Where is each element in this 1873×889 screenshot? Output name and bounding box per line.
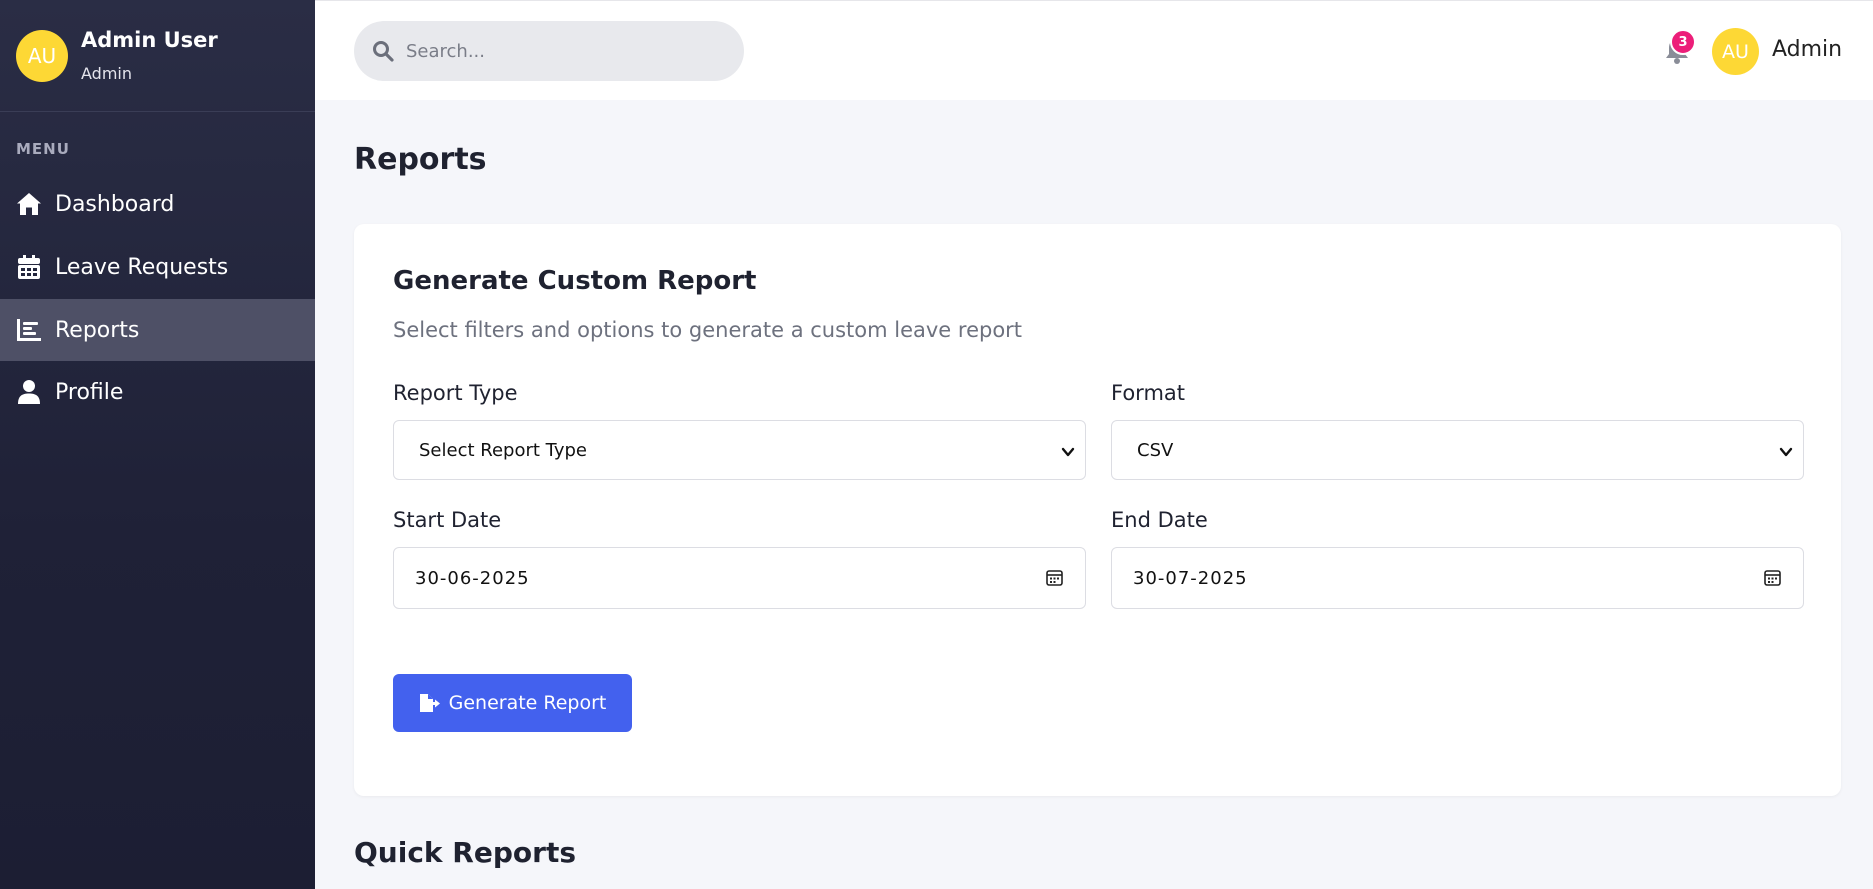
search-icon bbox=[372, 40, 394, 62]
chart-icon bbox=[16, 317, 42, 343]
sidebar: AU Admin User Admin MENU Dashboard Leave… bbox=[0, 0, 315, 889]
calendar-icon bbox=[16, 254, 42, 280]
avatar[interactable]: AU bbox=[1712, 28, 1759, 75]
report-type-select[interactable]: Select Report Type bbox=[393, 420, 1086, 480]
sidebar-item-leave-requests[interactable]: Leave Requests bbox=[0, 236, 315, 298]
menu-section-label: MENU bbox=[16, 140, 70, 158]
sidebar-item-label: Leave Requests bbox=[55, 254, 229, 280]
chevron-down-icon bbox=[1779, 443, 1793, 457]
search-box[interactable] bbox=[354, 21, 744, 81]
search-input[interactable] bbox=[406, 21, 726, 81]
file-export-icon bbox=[419, 693, 441, 713]
topbar: 3 AU Admin bbox=[315, 0, 1873, 100]
card-subtitle: Select filters and options to generate a… bbox=[393, 318, 1023, 342]
format-value: CSV bbox=[1137, 439, 1174, 461]
calendar-icon[interactable] bbox=[1046, 569, 1063, 586]
calendar-icon[interactable] bbox=[1764, 569, 1781, 586]
generate-report-button[interactable]: Generate Report bbox=[393, 674, 632, 732]
sidebar-item-label: Profile bbox=[55, 379, 124, 405]
format-label: Format bbox=[1111, 381, 1186, 405]
page-title: Reports bbox=[354, 142, 487, 177]
topbar-user-name[interactable]: Admin bbox=[1772, 37, 1842, 62]
end-date-value: 30-07-2025 bbox=[1133, 567, 1248, 589]
sidebar-user-block: AU Admin User Admin bbox=[0, 0, 315, 112]
format-select[interactable]: CSV bbox=[1111, 420, 1804, 480]
generate-report-label: Generate Report bbox=[448, 692, 607, 714]
start-date-input[interactable]: 30-06-2025 bbox=[393, 547, 1086, 609]
sidebar-user-name: Admin User bbox=[81, 28, 218, 52]
report-type-label: Report Type bbox=[393, 381, 518, 405]
sidebar-item-label: Dashboard bbox=[55, 191, 175, 217]
end-date-label: End Date bbox=[1111, 508, 1208, 532]
notification-badge: 3 bbox=[1670, 29, 1696, 55]
chevron-down-icon bbox=[1061, 443, 1075, 457]
report-type-value: Select Report Type bbox=[419, 439, 587, 461]
sidebar-item-label: Reports bbox=[55, 317, 140, 343]
start-date-value: 30-06-2025 bbox=[415, 567, 530, 589]
card-title: Generate Custom Report bbox=[393, 266, 757, 296]
quick-reports-title: Quick Reports bbox=[354, 836, 576, 869]
home-icon bbox=[16, 191, 42, 217]
avatar[interactable]: AU bbox=[16, 30, 68, 82]
start-date-label: Start Date bbox=[393, 508, 502, 532]
sidebar-item-reports[interactable]: Reports bbox=[0, 299, 315, 361]
sidebar-item-dashboard[interactable]: Dashboard bbox=[0, 173, 315, 235]
user-icon bbox=[16, 379, 42, 405]
end-date-input[interactable]: 30-07-2025 bbox=[1111, 547, 1804, 609]
custom-report-card: Generate Custom Report Select filters an… bbox=[354, 224, 1841, 796]
sidebar-user-role: Admin bbox=[81, 64, 132, 83]
sidebar-item-profile[interactable]: Profile bbox=[0, 361, 315, 423]
